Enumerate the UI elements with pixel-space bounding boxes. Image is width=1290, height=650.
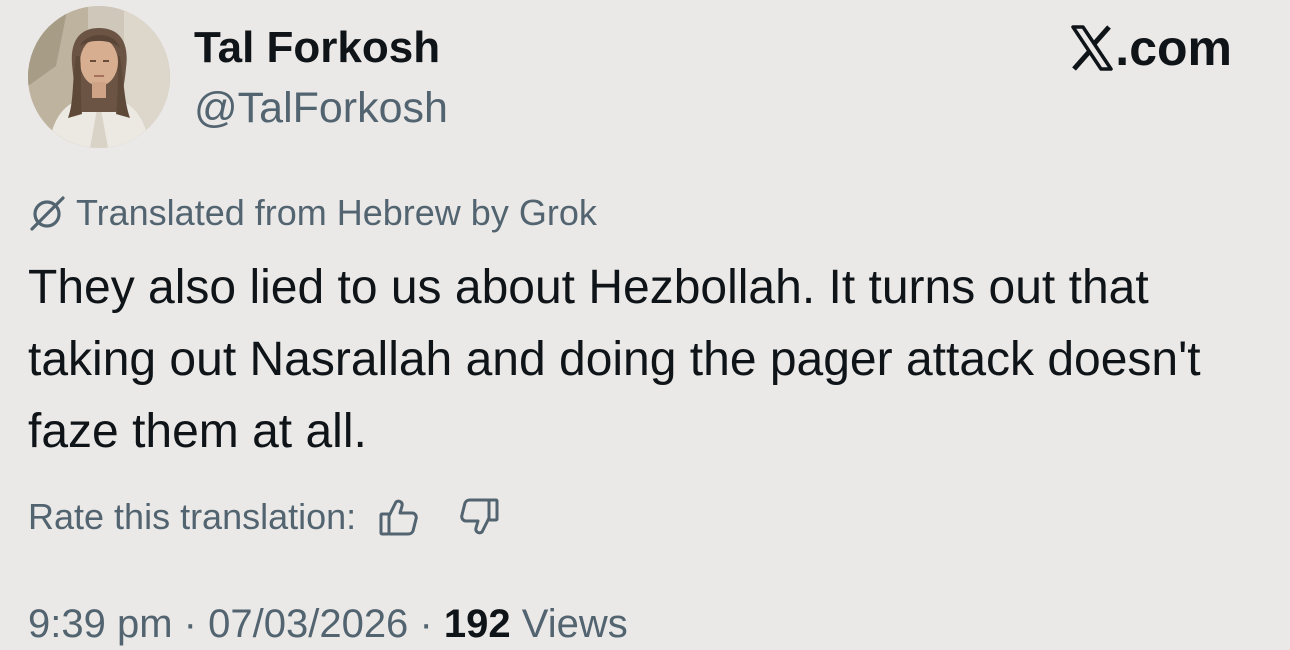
- thumbs-down-icon: [460, 498, 499, 535]
- thumbs-up-button[interactable]: [376, 494, 422, 540]
- thumbs-down-button[interactable]: [456, 494, 502, 540]
- grok-icon: [28, 193, 68, 233]
- translation-label[interactable]: Translated from Hebrew by Grok: [76, 190, 597, 236]
- tweet-date[interactable]: 07/03/2026: [208, 602, 408, 646]
- tweet-meta: 9:39 pm · 07/03/2026 · 192 Views: [28, 598, 628, 650]
- views-count: 192: [443, 602, 511, 646]
- tweet-text: They also lied to us about Hezbollah. It…: [28, 261, 1201, 458]
- views-label: Views: [521, 602, 628, 646]
- meta-separator: ·: [183, 602, 197, 646]
- meta-separator: ·: [419, 602, 433, 646]
- brand-watermark: .com: [1071, 20, 1232, 76]
- tweet-time[interactable]: 9:39 pm: [28, 602, 173, 646]
- translation-notice: Translated from Hebrew by Grok: [28, 190, 597, 236]
- author-display-name[interactable]: Tal Forkosh: [194, 22, 440, 74]
- brand-domain-text: .com: [1115, 20, 1232, 76]
- author-handle[interactable]: @TalForkosh: [194, 82, 448, 134]
- x-logo-icon: [1071, 25, 1114, 71]
- profile-photo: [28, 6, 170, 148]
- rate-translation: Rate this translation:: [28, 492, 502, 542]
- avatar[interactable]: [28, 6, 170, 148]
- rate-translation-label: Rate this translation:: [28, 496, 357, 537]
- thumbs-up-icon: [379, 499, 418, 536]
